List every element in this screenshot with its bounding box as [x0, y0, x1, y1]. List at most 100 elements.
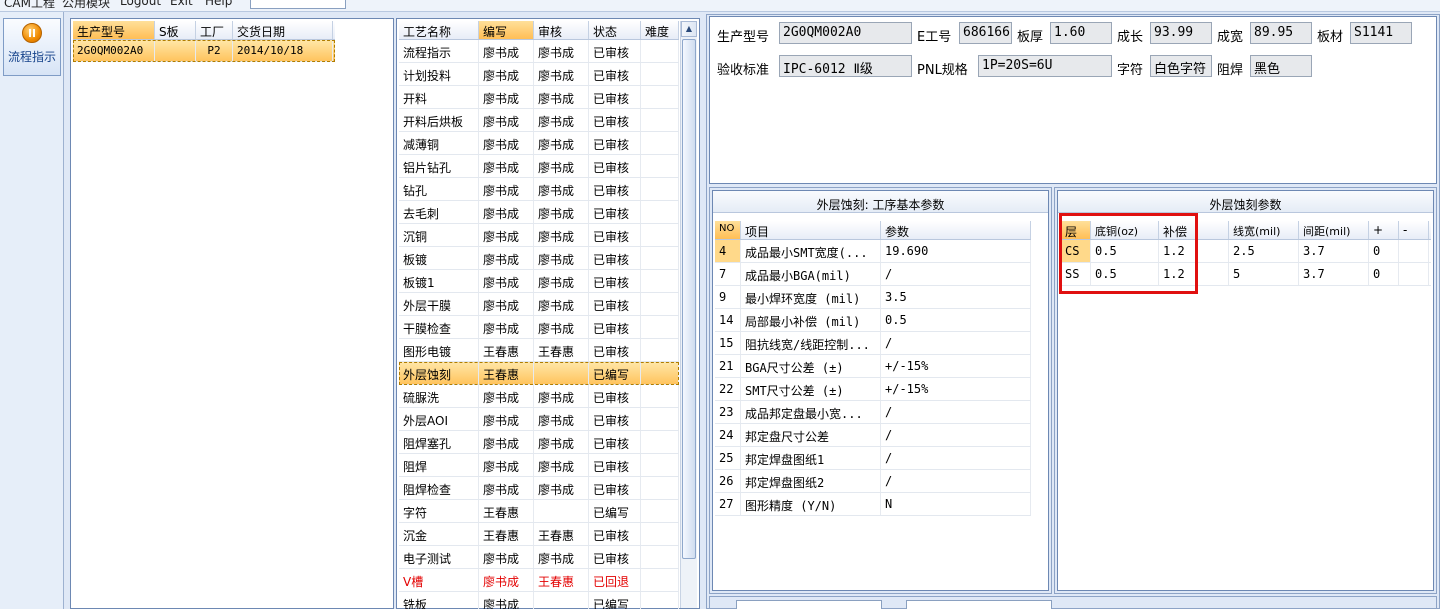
table-row[interactable]: 板镀 廖书成 廖书成 已审核 — [399, 247, 679, 270]
field-length[interactable]: 93.99 — [1150, 22, 1212, 44]
cell-difficulty — [641, 178, 679, 200]
scroll-thumb[interactable] — [682, 39, 696, 559]
field-standard[interactable]: IPC-6012 Ⅱ级 — [779, 55, 912, 77]
col-proc-name[interactable]: 工艺名称 — [399, 21, 479, 39]
cell-status: 已审核 — [589, 40, 641, 62]
table-row[interactable]: 27 图形精度 (Y/N) N — [715, 493, 1031, 516]
cell-proc-name: 开料后烘板 — [399, 109, 479, 131]
table-row[interactable]: 22 SMT尺寸公差 (±) +/-15% — [715, 378, 1031, 401]
col-no[interactable]: NO — [715, 221, 741, 239]
table-row[interactable]: 铝片钻孔 廖书成 廖书成 已审核 — [399, 155, 679, 178]
table-row[interactable]: 阻焊塞孔 廖书成 廖书成 已审核 — [399, 431, 679, 454]
cell-difficulty — [641, 362, 679, 384]
table-row[interactable]: 7 成品最小BGA(mil) / — [715, 263, 1031, 286]
col-s[interactable]: S板 — [155, 21, 196, 39]
process-scrollbar[interactable]: ▲ — [680, 21, 697, 608]
table-row[interactable]: 开料 廖书成 廖书成 已审核 — [399, 86, 679, 109]
flow-button[interactable]: 流程指示 — [3, 18, 61, 76]
col-linewidth[interactable]: 线宽(mil) — [1229, 221, 1299, 239]
table-row[interactable]: 外层干膜 廖书成 廖书成 已审核 — [399, 293, 679, 316]
cell-status: 已审核 — [589, 431, 641, 453]
field-pnl[interactable]: 1P=20S=6U — [978, 55, 1112, 77]
table-row[interactable]: 铣板 廖书成 已编写 — [399, 592, 679, 609]
table-row[interactable]: 15 阻抗线宽/线距控制... / — [715, 332, 1031, 355]
col-value[interactable]: 参数 — [881, 221, 1031, 239]
cell-value: 3.5 — [881, 286, 1031, 308]
col-item[interactable]: 项目 — [741, 221, 881, 239]
field-char[interactable]: 白色字符 — [1150, 55, 1212, 77]
field-thickness[interactable]: 1.60 — [1050, 22, 1112, 44]
cell-no: 7 — [715, 263, 741, 285]
field-solder[interactable]: 黑色 — [1250, 55, 1312, 77]
table-row[interactable]: 阻焊检查 廖书成 廖书成 已审核 — [399, 477, 679, 500]
basic-params-panel: 外层蚀刻: 工序基本参数 NO 项目 参数 4 成品最小SMT宽度(... 19.6… — [712, 190, 1049, 591]
cell-minus — [1399, 240, 1429, 262]
table-row[interactable]: 9 最小焊环宽度 (mil) 3.5 — [715, 286, 1031, 309]
table-row[interactable]: 开料后烘板 廖书成 廖书成 已审核 — [399, 109, 679, 132]
table-row[interactable]: 沉金 王春惠 王春惠 已审核 — [399, 523, 679, 546]
table-row[interactable]: 板镀1 廖书成 廖书成 已审核 — [399, 270, 679, 293]
field-width[interactable]: 89.95 — [1250, 22, 1312, 44]
cell-reviewer: 廖书成 — [534, 293, 589, 315]
table-row[interactable]: 图形电镀 王春惠 王春惠 已审核 — [399, 339, 679, 362]
table-row[interactable]: 钻孔 廖书成 廖书成 已审核 — [399, 178, 679, 201]
bottom-strip — [709, 596, 1437, 609]
table-row[interactable]: 4 成品最小SMT宽度(... 19.690 — [715, 240, 1031, 263]
table-row[interactable]: 字符 王春惠 已编写 — [399, 500, 679, 523]
col-status[interactable]: 状态 — [589, 21, 641, 39]
menu-help[interactable]: Help — [205, 0, 232, 8]
table-row[interactable]: 25 邦定焊盘图纸1/ — [715, 447, 1031, 470]
table-row[interactable]: 21 BGA尺寸公差 (±) +/-15% — [715, 355, 1031, 378]
scroll-up-icon[interactable]: ▲ — [681, 21, 697, 37]
col-gap[interactable]: 间距(mil) — [1299, 221, 1369, 239]
col-writer[interactable]: 编写 — [479, 21, 534, 39]
cell-proc-name: 钻孔 — [399, 178, 479, 200]
col-difficulty[interactable]: 难度 — [641, 21, 679, 39]
table-row[interactable]: 去毛刺 廖书成 廖书成 已审核 — [399, 201, 679, 224]
table-row[interactable]: 电子测试 廖书成 廖书成 已审核 — [399, 546, 679, 569]
table-row[interactable]: 14 局部最小补偿 (mil) 0.5 — [715, 309, 1031, 332]
menu-common[interactable]: 公用模块 — [62, 0, 110, 11]
cell-item: 阻抗线宽/线距控制... — [741, 332, 881, 354]
table-row[interactable]: 26 邦定焊盘图纸2/ — [715, 470, 1031, 493]
cell-proc-name: 沉金 — [399, 523, 479, 545]
table-row[interactable]: 外层AOI 廖书成 廖书成 已审核 — [399, 408, 679, 431]
table-row[interactable]: 硫脲洗 廖书成 廖书成 已审核 — [399, 385, 679, 408]
table-row[interactable]: 阻焊 廖书成 廖书成 已审核 — [399, 454, 679, 477]
col-factory[interactable]: 工厂 — [196, 21, 233, 39]
field-model[interactable]: 2G0QM002A0 — [779, 22, 912, 44]
cell-writer: 廖书成 — [479, 132, 534, 154]
menu-exit[interactable]: Exit — [170, 0, 193, 8]
field-material[interactable]: S1141 — [1350, 22, 1412, 44]
bottom-combo-1[interactable] — [736, 600, 882, 609]
table-row[interactable]: 2G0QM002A0 P2 2014/10/18 — [73, 40, 335, 62]
cell-difficulty — [641, 247, 679, 269]
table-row[interactable]: 24 邦定盘尺寸公差 / — [715, 424, 1031, 447]
table-row[interactable]: 干膜检查 廖书成 廖书成 已审核 — [399, 316, 679, 339]
table-row[interactable]: 计划投料 廖书成 廖书成 已审核 — [399, 63, 679, 86]
table-row[interactable]: 23 成品邦定盘最小宽... / — [715, 401, 1031, 424]
field-e-no[interactable]: 686166 — [959, 22, 1012, 44]
cell-no: 14 — [715, 309, 741, 331]
cell-proc-name: 阻焊 — [399, 454, 479, 476]
bottom-combo-2[interactable] — [906, 600, 1052, 609]
col-date[interactable]: 交货日期 — [233, 21, 333, 39]
col-plus[interactable]: + — [1369, 221, 1399, 239]
col-minus[interactable]: - — [1399, 221, 1429, 239]
orders-panel: 生产型号 S板 工厂 交货日期 2G0QM002A0 P2 2014/10/18 — [70, 18, 394, 609]
col-model[interactable]: 生产型号 — [73, 21, 155, 39]
cell-reviewer: 廖书成 — [534, 431, 589, 453]
table-row[interactable]: V槽 廖书成 王春惠 已回退 — [399, 569, 679, 592]
cell-writer: 廖书成 — [479, 270, 534, 292]
table-row[interactable]: 减薄铜 廖书成 廖书成 已审核 — [399, 132, 679, 155]
col-reviewer[interactable]: 审核 — [534, 21, 589, 39]
table-row[interactable]: 外层蚀刻 王春惠 已编写 — [399, 362, 679, 385]
cell-reviewer: 廖书成 — [534, 63, 589, 85]
cell-difficulty — [641, 201, 679, 223]
menu-combo[interactable] — [250, 0, 346, 9]
cell-item: 局部最小补偿 (mil) — [741, 309, 881, 331]
table-row[interactable]: 沉铜 廖书成 廖书成 已审核 — [399, 224, 679, 247]
table-row[interactable]: 流程指示 廖书成 廖书成 已审核 — [399, 40, 679, 63]
menu-cam[interactable]: CAM工程 — [4, 0, 55, 11]
menu-logout[interactable]: Logout — [120, 0, 161, 8]
